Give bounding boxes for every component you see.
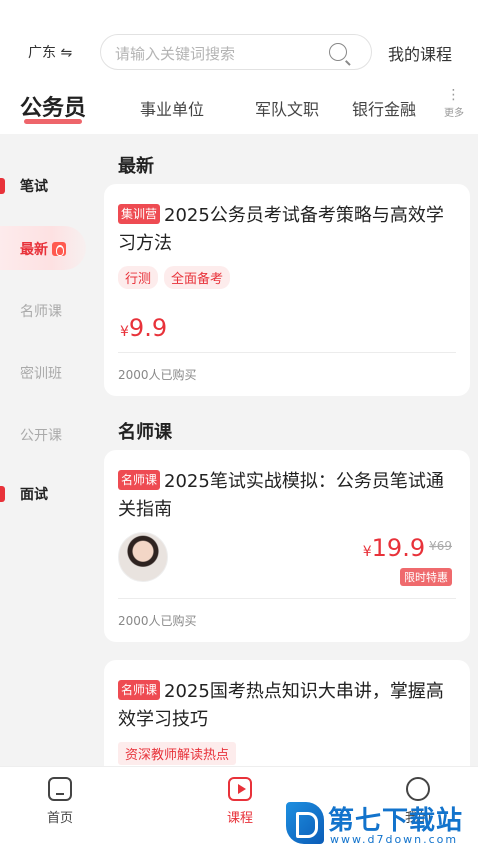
more-label: 更多 <box>444 108 464 119</box>
profile-smile-icon <box>406 777 430 801</box>
course-card[interactable]: 集训营 2025公务员考试备考策略与高效学习方法 行测 全面备考 ¥9.9 2000… <box>104 184 470 396</box>
course-tag: 名师课 <box>118 470 161 490</box>
course-price: ¥9.9 <box>120 314 167 342</box>
buyer-count: 2000人已购买 <box>118 368 197 382</box>
watermark-url: www.d7down.com <box>330 833 459 846</box>
my-courses-link[interactable]: 我的课程 <box>388 41 452 65</box>
course-card[interactable]: 名师课 2025国考热点知识大串讲，掌握高效学习技巧 资深教师解读热点 <box>104 660 470 766</box>
search-icon[interactable] <box>329 43 347 61</box>
card-divider <box>118 352 456 353</box>
more-categories-button[interactable]: ⋮ 更多 <box>440 87 468 119</box>
sidebar-item-famous-teacher[interactable]: 名师课 <box>0 288 98 332</box>
tab-label: 公务员 <box>20 96 87 121</box>
course-chip: 行测 <box>118 266 159 289</box>
category-tabs: 公务员 事业单位 军队文职 银行金融 ⋮ 更多 <box>0 86 478 126</box>
course-title-text: 2025公务员考试备考策略与高效学习方法 <box>118 205 444 254</box>
top-bar: 广东 ⇋ 请输入关键词搜索 我的课程 <box>0 32 478 72</box>
price-value: 9.9 <box>128 314 168 342</box>
promo-badge: 限时特惠 <box>400 568 452 586</box>
section-title-latest: 最新 <box>118 156 154 177</box>
course-tag: 名师课 <box>118 680 161 700</box>
sidebar-group-interview[interactable]: 面试 <box>0 474 98 514</box>
buyer-count: 2000人已购买 <box>118 614 197 628</box>
sidebar-item-label: 最新 <box>20 242 48 258</box>
course-tag: 集训营 <box>118 204 161 224</box>
sidebar: 笔试 最新 名师课 密训班 公开课 面试 <box>0 144 98 766</box>
tab-civil-servant[interactable]: 公务员 <box>20 90 87 124</box>
course-title: 名师课 2025笔试实战模拟：公务员笔试通关指南 <box>118 468 456 524</box>
sidebar-group-label: 面试 <box>20 487 48 503</box>
sidebar-item-label: 名师课 <box>20 304 62 320</box>
course-chip: 资深教师解读热点 <box>118 742 237 765</box>
nav-label: 首页 <box>46 811 73 826</box>
course-play-icon <box>228 777 252 801</box>
region-selector[interactable]: 广东 ⇋ <box>28 42 72 62</box>
site-watermark: 第七下载站 www.d7down.com <box>286 800 476 848</box>
course-list: 最新 集训营 2025公务员考试备考策略与高效学习方法 行测 全面备考 ¥9.9 2… <box>104 134 470 766</box>
course-card[interactable]: 名师课 2025笔试实战模拟：公务员笔试通关指南 ¥19.9 ¥69 限时特惠 20… <box>104 450 470 642</box>
currency-symbol: ¥ <box>362 544 372 560</box>
card-divider <box>118 598 456 599</box>
sidebar-item-label: 密训班 <box>20 366 62 382</box>
tab-military-civilian[interactable]: 军队文职 <box>255 96 319 120</box>
price-value: 19.9 <box>371 534 426 562</box>
course-chips: 行测 全面备考 <box>118 266 236 289</box>
search-input[interactable]: 请输入关键词搜索 <box>100 34 372 70</box>
sidebar-group-label: 笔试 <box>20 179 48 195</box>
course-title-text: 2025笔试实战模拟：公务员笔试通关指南 <box>118 471 444 520</box>
course-chips: 资深教师解读热点 <box>118 742 242 765</box>
watermark-logo-icon <box>286 802 324 844</box>
section-title-famous-teacher: 名师课 <box>118 422 172 443</box>
home-icon <box>48 777 72 801</box>
course-title: 集训营 2025公务员考试备考策略与高效学习方法 <box>118 202 456 258</box>
group-marker <box>0 486 5 502</box>
tab-bank-finance[interactable]: 银行金融 <box>352 96 416 120</box>
course-price: ¥19.9 ¥69 <box>363 534 452 562</box>
nav-courses[interactable]: 课程 <box>210 777 270 826</box>
course-chip: 全面备考 <box>164 266 231 289</box>
more-dots-icon: ⋮ <box>446 87 462 103</box>
sidebar-item-intensive[interactable]: 密训班 <box>0 350 98 394</box>
active-tab-underline <box>24 119 83 124</box>
tab-public-institution[interactable]: 事业单位 <box>140 96 204 120</box>
search-placeholder: 请输入关键词搜索 <box>115 45 236 63</box>
content-area: 笔试 最新 名师课 密训班 公开课 面试 最新 集训营 2025公务员考试备考策略… <box>0 134 478 766</box>
sidebar-group-written[interactable]: 笔试 <box>0 166 98 206</box>
sidebar-item-latest[interactable]: 最新 <box>0 226 86 270</box>
teacher-avatar <box>118 532 168 582</box>
hot-flame-icon <box>52 242 66 256</box>
course-title: 名师课 2025国考热点知识大串讲，掌握高效学习技巧 <box>118 678 456 734</box>
sidebar-item-label: 公开课 <box>20 428 62 444</box>
watermark-brand: 第七下载站 <box>328 806 464 836</box>
sidebar-item-open-course[interactable]: 公开课 <box>0 412 98 456</box>
original-price: ¥69 <box>429 539 452 553</box>
currency-symbol: ¥ <box>120 324 129 340</box>
nav-label: 课程 <box>226 811 253 826</box>
course-title-text: 2025国考热点知识大串讲，掌握高效学习技巧 <box>118 681 444 730</box>
group-marker <box>0 178 5 194</box>
nav-home[interactable]: 首页 <box>30 777 90 826</box>
